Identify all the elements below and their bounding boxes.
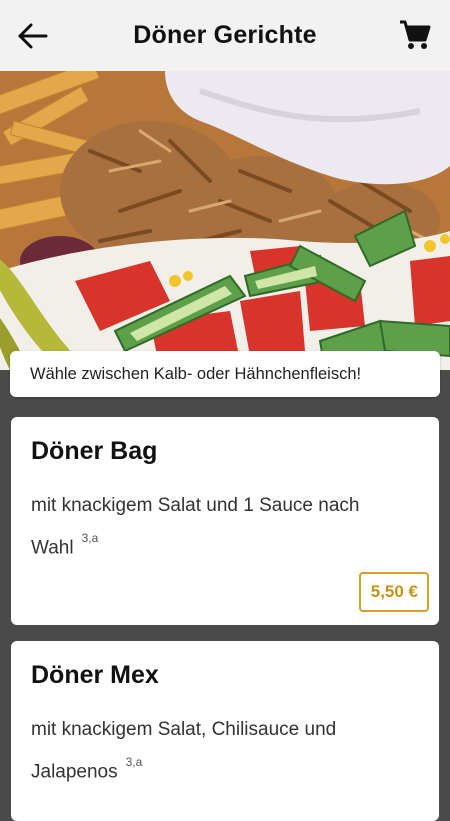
app-header: Döner Gerichte [0, 0, 450, 71]
hero-food-image [0, 71, 450, 370]
menu-item-card[interactable]: Döner Bag mit knackigem Salat und 1 Sauc… [11, 417, 439, 625]
menu-item-card[interactable]: Döner Mex mit knackigem Salat, Chilisauc… [11, 641, 439, 821]
item-description-text: mit knackigem Salat, Chilisauce und Jala… [31, 719, 337, 783]
item-footnote: 3,a [81, 531, 99, 545]
meat-choice-notice: Wähle zwischen Kalb- oder Hähnchenfleisc… [10, 351, 440, 397]
item-description: mit knackigem Salat und 1 Sauce nach Wah… [31, 488, 401, 566]
cart-button[interactable] [398, 18, 432, 52]
item-footnote: 3,a [125, 755, 143, 769]
arrow-left-icon [18, 23, 48, 49]
price-button[interactable]: 5,50 € [358, 572, 429, 612]
item-name: Döner Mex [31, 661, 159, 689]
back-button[interactable] [16, 20, 50, 52]
page-title: Döner Gerichte [133, 21, 317, 49]
item-description-text: mit knackigem Salat und 1 Sauce nach Wah… [31, 495, 360, 559]
shopping-cart-icon [400, 20, 431, 49]
item-name: Döner Bag [31, 437, 158, 465]
item-description: mit knackigem Salat, Chilisauce und Jala… [31, 712, 401, 790]
